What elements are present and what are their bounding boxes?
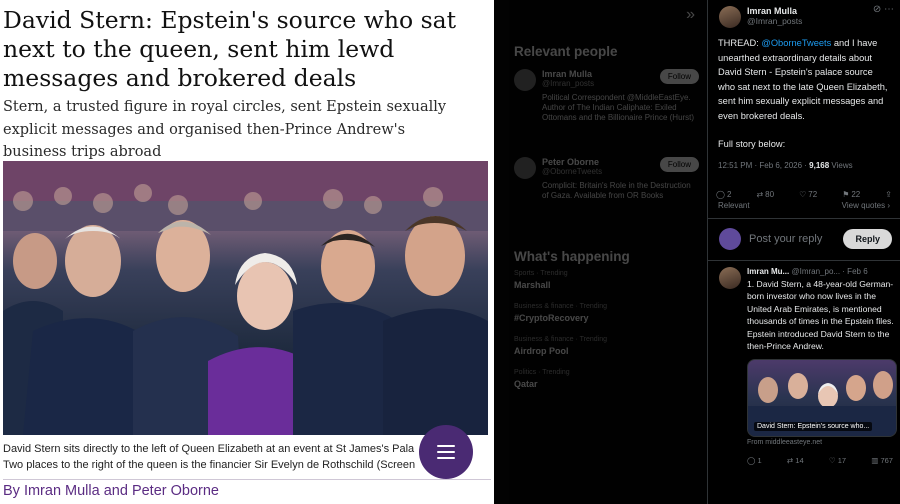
tweet-timestamp: 12:51 PM · Feb 6, 2026 · 9,168 Views (708, 152, 900, 170)
person-bio: Complicit: Britain's Role in the Destruc… (542, 181, 691, 200)
views-count: 767 (880, 455, 893, 465)
grok-icon[interactable]: ⊘ ⋯ (873, 4, 894, 15)
reply-action[interactable]: ◯ 1 (747, 456, 762, 465)
tweet-text-line2: Full story below: (718, 139, 786, 149)
tweet-actions: ◯ 2 ⇄ 80 ♡ 72 ⚑ 22 ⇪ (708, 190, 900, 199)
follow-button[interactable]: Follow (659, 157, 699, 172)
trend-item[interactable]: Business & finance · Trending #CryptoRec… (494, 297, 707, 330)
reply-icon: ◯ (716, 189, 725, 199)
whats-happening-heading: What's happening (514, 249, 630, 264)
bar-chart-icon: ▥ (871, 455, 879, 465)
views-label: Views (829, 160, 853, 170)
hamburger-icon (437, 450, 455, 454)
like-action[interactable]: ♡ 17 (829, 456, 846, 465)
relevant-sort[interactable]: Relevant (718, 201, 750, 210)
avatar[interactable] (719, 228, 741, 250)
repost-icon: ⇄ (786, 455, 794, 465)
trend-item[interactable]: Politics · Trending Qatar (494, 363, 707, 396)
mention-link[interactable]: @OborneTweets (761, 38, 831, 48)
avatar[interactable] (719, 266, 741, 289)
tweet-thread-panel: Imran Mulla @Imran_posts ⊘ ⋯ THREAD: @Ob… (707, 0, 900, 504)
trend-meta: Business & finance · Trending (514, 303, 607, 310)
article-photo (3, 161, 488, 435)
article-headline: David Stern: Epstein's source who sat ne… (3, 6, 457, 92)
reply-composer: Post your reply Reply (708, 219, 900, 261)
tweet-time[interactable]: 12:51 PM · Feb 6, 2026 · (718, 161, 809, 170)
tweet-subactions: Relevant View quotes › (708, 199, 900, 219)
heart-icon: ♡ (799, 189, 807, 199)
trend-item[interactable]: Sports · Trending Marshall (494, 264, 707, 297)
reply-button[interactable]: Reply (843, 229, 892, 249)
link-card-source[interactable]: From middleeasteye.net (747, 439, 897, 446)
share-icon: ⇪ (885, 189, 892, 199)
avatar[interactable] (719, 6, 741, 28)
bookmark-action[interactable]: ⚑ 22 (842, 190, 860, 199)
sidebar-top: » (494, 0, 707, 30)
tweet-header: Imran Mulla @Imran_posts ⊘ ⋯ (708, 0, 900, 36)
reply-icon: ◯ (747, 455, 756, 465)
photo-caption: David Stern sits directly to the left of… (3, 441, 491, 473)
reply-count: 1 (757, 455, 762, 465)
post-date[interactable]: · Feb 6 (842, 267, 867, 276)
avatar[interactable] (514, 69, 536, 91)
share-action[interactable]: ⇪ (885, 190, 892, 199)
post-text: 1. David Stern, a 48-year-old German-bor… (747, 278, 894, 352)
trend-meta: Sports · Trending (514, 270, 568, 277)
reply-input[interactable]: Post your reply (741, 233, 843, 245)
relevant-person[interactable]: Peter Oborne @OborneTweets Complicit: Br… (494, 147, 707, 235)
article-byline[interactable]: By Imran Mulla and Peter Oborne (3, 479, 491, 499)
trend-meta: Business & finance · Trending (514, 336, 607, 343)
trend-name: Airdrop Pool (514, 346, 569, 356)
bookmark-icon: ⚑ (842, 189, 850, 199)
article-standfirst: Stern, a trusted figure in royal circles… (3, 99, 447, 160)
menu-button[interactable] (419, 425, 473, 479)
post-author-name[interactable]: Imran Mu... (747, 267, 789, 276)
reply-action[interactable]: ◯ 2 (716, 190, 731, 199)
post-author-handle[interactable]: @Imran_po... (791, 267, 840, 276)
view-quotes-link[interactable]: View quotes › (842, 201, 890, 210)
audience-photo-illustration (3, 161, 488, 435)
caption-line-2: Two places to the right of the queen is … (3, 459, 416, 471)
trend-name: Qatar (514, 379, 538, 389)
tweet-text-prefix: THREAD: (718, 38, 762, 48)
link-card-label: David Stern: Epstein's source who... (754, 421, 873, 431)
views-count: 9,168 (809, 160, 830, 170)
post-header: Imran Mu... @Imran_po... · Feb 6 (747, 267, 897, 276)
tweet-text-rest: and I have unearthed extraordinary detai… (718, 38, 888, 121)
trend-meta: Politics · Trending (514, 369, 570, 376)
repost-count: 14 (795, 455, 804, 465)
author-handle[interactable]: @Imran_posts (747, 16, 802, 26)
heart-icon: ♡ (828, 455, 836, 465)
caption-line-1: David Stern sits directly to the left of… (3, 443, 415, 455)
repost-action[interactable]: ⇄ 14 (787, 456, 804, 465)
bookmark-count: 22 (851, 189, 861, 199)
tweet-text: THREAD: @OborneTweets and I have unearth… (708, 36, 900, 152)
repost-action[interactable]: ⇄ 80 (756, 190, 774, 199)
like-count: 17 (837, 455, 847, 465)
article-panel: David Stern: Epstein's source who sat ne… (0, 0, 494, 504)
trend-item[interactable]: Business & finance · Trending Airdrop Po… (494, 330, 707, 363)
link-card[interactable]: David Stern: Epstein's source who... (747, 358, 897, 437)
person-bio: Political Correspondent @MiddleEastEye. … (542, 93, 695, 122)
avatar[interactable] (514, 157, 536, 179)
collapse-icon[interactable]: » (686, 6, 695, 24)
follow-button[interactable]: Follow (659, 69, 699, 84)
dimmed-sidebar: » Relevant people Imran Mulla @Imran_pos… (494, 0, 707, 504)
repost-icon: ⇄ (756, 189, 764, 199)
views-action[interactable]: ▥ 767 (871, 456, 893, 465)
trend-name: Marshall (514, 280, 551, 290)
repost-count: 80 (765, 189, 775, 199)
relevant-person[interactable]: Imran Mulla @Imran_posts Political Corre… (494, 59, 707, 147)
author-name[interactable]: Imran Mulla (747, 6, 802, 16)
thread-reply-post[interactable]: Imran Mu... @Imran_po... · Feb 6 1. Davi… (708, 261, 900, 481)
relevant-people-heading: Relevant people (514, 44, 618, 59)
reply-count: 2 (726, 189, 732, 199)
post-actions: ◯ 1 ⇄ 14 ♡ 17 ▥ 767 (747, 456, 897, 465)
like-count: 72 (808, 189, 818, 199)
like-action[interactable]: ♡ 72 (799, 190, 817, 199)
trend-name: #CryptoRecovery (514, 313, 589, 323)
